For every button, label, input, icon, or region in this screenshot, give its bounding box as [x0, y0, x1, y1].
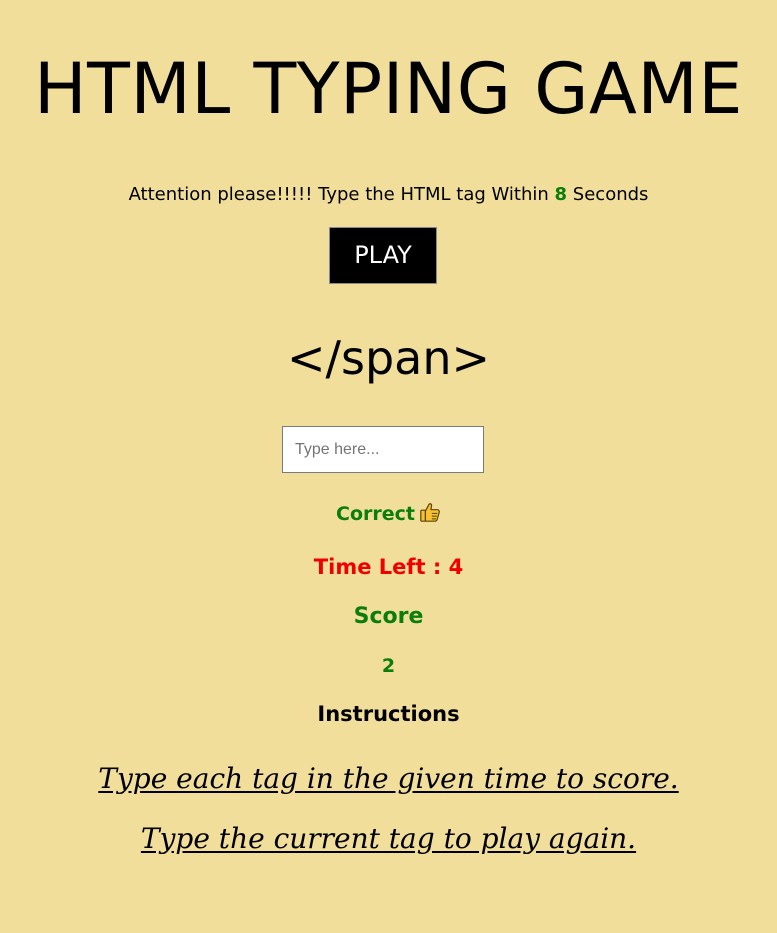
attention-message: Attention please!!!!! Type the HTML tag …	[0, 183, 777, 207]
attention-suffix: Seconds	[572, 184, 649, 205]
time-left: Time Left : 4	[0, 553, 777, 581]
instructions-heading: Instructions	[317, 702, 460, 726]
game-title: HTML TYPING GAME	[33, 48, 744, 130]
type-input[interactable]	[282, 426, 484, 473]
current-tag: </span>	[286, 331, 491, 385]
play-button[interactable]: PLAY	[329, 227, 437, 284]
time-left-value: 4	[448, 555, 464, 579]
seconds-value: 8	[554, 184, 568, 205]
score-label: Score	[353, 604, 424, 629]
instruction-line: Type the current tag to play again.	[140, 822, 637, 855]
thumbs-up-icon	[420, 503, 440, 522]
score-value: 2	[381, 655, 396, 677]
time-left-label: Time Left :	[313, 555, 449, 579]
attention-prefix: Attention please!!!!! Type the HTML tag …	[128, 184, 549, 205]
instruction-line: Type each tag in the given time to score…	[98, 762, 679, 795]
feedback-text: Correct	[336, 503, 415, 525]
feedback-message: Correct	[0, 501, 777, 527]
